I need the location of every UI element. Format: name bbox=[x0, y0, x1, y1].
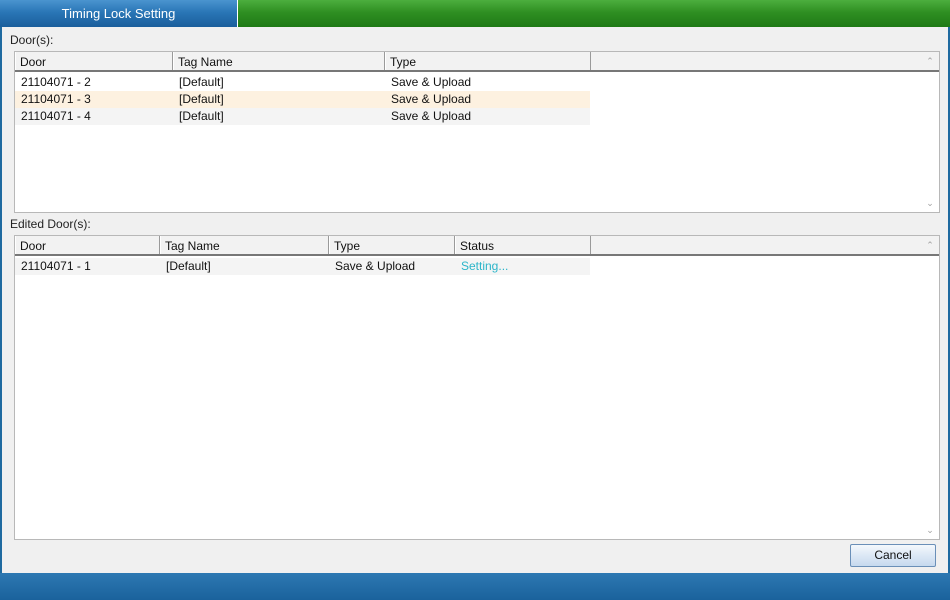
column-header-status[interactable]: Status bbox=[455, 236, 591, 254]
cell-type: Save & Upload bbox=[335, 259, 416, 273]
table-row[interactable]: 21104071 - 1 [Default] Save & Upload Set… bbox=[15, 258, 590, 275]
cell-status: Setting... bbox=[461, 259, 509, 273]
doors-list-header: Door Tag Name Type bbox=[15, 52, 939, 72]
cancel-button[interactable]: Cancel bbox=[850, 544, 936, 567]
column-header-tag-name[interactable]: Tag Name bbox=[173, 52, 385, 70]
table-row[interactable]: 21104071 - 3 [Default] Save & Upload bbox=[15, 91, 590, 108]
cell-tag-name: [Default] bbox=[179, 109, 224, 123]
edited-section-label: Edited Door(s): bbox=[10, 217, 91, 231]
table-row[interactable]: 21104071 - 4 [Default] Save & Upload bbox=[15, 108, 590, 125]
column-header-door[interactable]: Door bbox=[15, 236, 160, 254]
cell-tag-name: [Default] bbox=[179, 75, 224, 89]
cell-type: Save & Upload bbox=[391, 75, 472, 89]
column-header-type[interactable]: Type bbox=[385, 52, 591, 70]
title-bar: Timing Lock Setting bbox=[0, 0, 950, 27]
cell-type: Save & Upload bbox=[391, 109, 472, 123]
edited-list-header: Door Tag Name Type Status bbox=[15, 236, 939, 256]
cell-door: 21104071 - 4 bbox=[21, 109, 91, 123]
cell-door: 21104071 - 1 bbox=[21, 259, 91, 273]
cell-door: 21104071 - 3 bbox=[21, 92, 91, 106]
cell-tag-name: [Default] bbox=[166, 259, 211, 273]
window-title: Timing Lock Setting bbox=[0, 0, 238, 27]
chevron-up-icon[interactable]: ⌃ bbox=[925, 56, 935, 66]
cell-tag-name: [Default] bbox=[179, 92, 224, 106]
chevron-down-icon[interactable]: ⌄ bbox=[925, 198, 935, 208]
bottom-bar bbox=[0, 573, 950, 600]
cell-door: 21104071 - 2 bbox=[21, 75, 91, 89]
edited-doors-list[interactable]: Door Tag Name Type Status 21104071 - 1 [… bbox=[14, 235, 940, 540]
table-row[interactable]: 21104071 - 2 [Default] Save & Upload bbox=[15, 74, 590, 91]
main-panel: Door(s): Door Tag Name Type 21104071 - 2… bbox=[2, 27, 948, 573]
column-header-tag-name[interactable]: Tag Name bbox=[160, 236, 329, 254]
chevron-up-icon[interactable]: ⌃ bbox=[925, 240, 935, 250]
doors-section-label: Door(s): bbox=[10, 33, 54, 47]
cell-type: Save & Upload bbox=[391, 92, 472, 106]
column-header-door[interactable]: Door bbox=[15, 52, 173, 70]
column-header-type[interactable]: Type bbox=[329, 236, 455, 254]
chevron-down-icon[interactable]: ⌄ bbox=[925, 525, 935, 535]
doors-list[interactable]: Door Tag Name Type 21104071 - 2 [Default… bbox=[14, 51, 940, 213]
